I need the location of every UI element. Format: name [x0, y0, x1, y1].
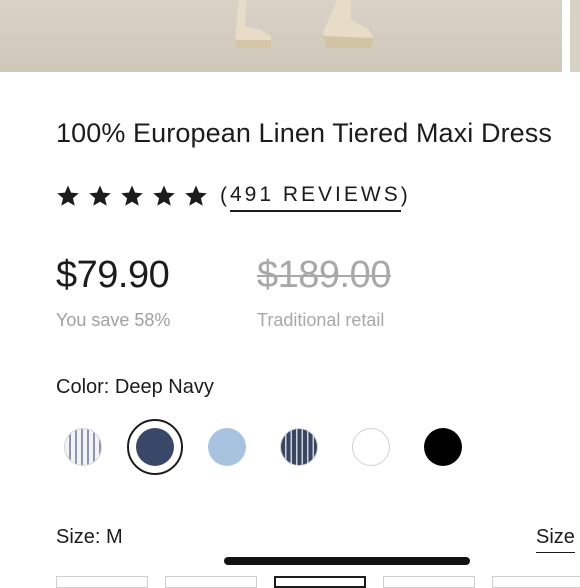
star-icon	[185, 185, 207, 206]
reviews-open-paren: (	[220, 184, 230, 207]
swatch-black[interactable]	[424, 428, 462, 466]
swatch-blue-white-stripe[interactable]	[64, 428, 102, 466]
savings-text: You save 58%	[56, 310, 171, 330]
rating-row[interactable]: ( 491 REVIEWS )	[56, 180, 411, 212]
swatch-white[interactable]	[352, 428, 390, 466]
star-icon	[121, 185, 143, 206]
home-indicator[interactable]	[224, 557, 470, 565]
next-product-image[interactable]	[570, 0, 580, 72]
size-option-button[interactable]	[492, 576, 580, 588]
size-label: Size: M	[56, 526, 123, 548]
retail-label: Traditional retail	[257, 310, 385, 330]
color-label: Color: Deep Navy	[56, 376, 214, 398]
size-option-button[interactable]	[56, 576, 148, 588]
star-icon	[57, 185, 79, 206]
reviews-link[interactable]: 491 REVIEWS	[230, 183, 401, 212]
size-option-button[interactable]	[165, 576, 257, 588]
sale-price: $79.90	[56, 254, 170, 296]
retail-price: $189.00	[257, 254, 391, 296]
star-icon	[153, 185, 175, 206]
product-image[interactable]	[0, 0, 562, 72]
size-guide-link[interactable]: Size	[536, 526, 575, 553]
espadrille-right-image	[323, 0, 373, 48]
swatch-deep-navy[interactable]	[136, 428, 174, 466]
product-title: 100% European Linen Tiered Maxi Dress	[56, 118, 552, 148]
size-option-button-selected[interactable]	[274, 576, 366, 588]
reviews-close-paren: )	[400, 184, 411, 207]
swatch-navy-pinstripe[interactable]	[280, 428, 318, 466]
star-icon	[89, 185, 111, 206]
espadrille-left-image	[235, 0, 271, 48]
swatch-light-blue[interactable]	[208, 428, 246, 466]
size-option-button[interactable]	[383, 576, 475, 588]
reviews-count[interactable]: ( 491 REVIEWS )	[220, 181, 411, 212]
